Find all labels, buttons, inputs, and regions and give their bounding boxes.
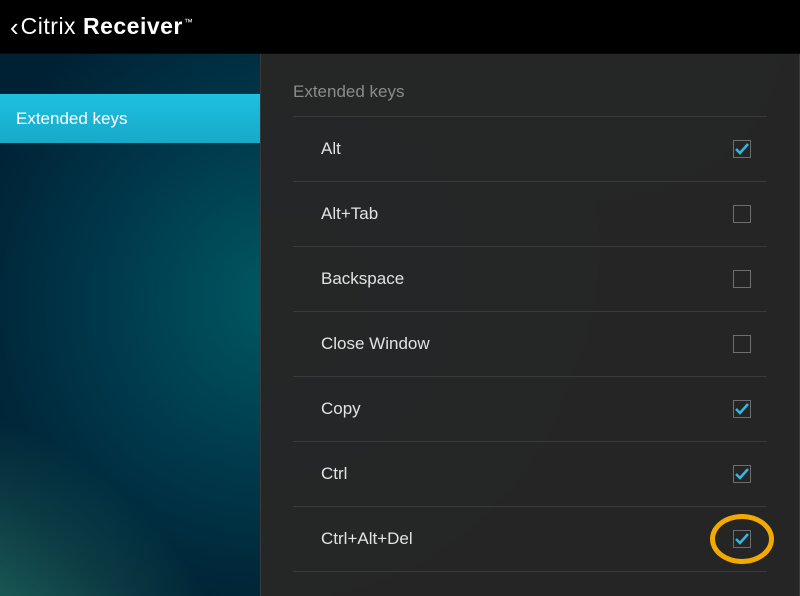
brand-light: Citrix [21,13,83,39]
back-icon[interactable]: ‹ [10,14,19,40]
checkbox[interactable] [733,335,751,353]
checkbox[interactable] [733,400,751,418]
setting-row[interactable]: Ctrl [293,442,767,507]
sidebar: Extended keys [0,54,260,596]
trademark: ™ [184,17,194,27]
checkbox[interactable] [733,270,751,288]
setting-row[interactable]: Ctrl+Alt+Del [293,507,767,572]
checkbox[interactable] [733,465,751,483]
checkbox[interactable] [733,140,751,158]
checkbox[interactable] [733,530,751,548]
sidebar-spacer [0,54,260,94]
section-header: Extended keys [293,54,767,117]
content-area: Extended keys Extended keys Alt Alt+Tab Ba… [0,54,800,596]
settings-panel: Extended keys Alt Alt+Tab Backspace Close W… [260,54,800,596]
setting-label: Copy [321,399,361,419]
setting-label: Alt [321,139,341,159]
sidebar-item-label: Extended keys [16,109,128,129]
setting-label: Alt+Tab [321,204,378,224]
sidebar-item-extended-keys[interactable]: Extended keys [0,94,260,143]
brand-heavy: Receiver [83,13,183,39]
checkbox[interactable] [733,205,751,223]
setting-row[interactable]: Alt [293,117,767,182]
setting-row[interactable]: Backspace [293,247,767,312]
setting-label: Ctrl [321,464,347,484]
setting-row[interactable]: Close Window [293,312,767,377]
setting-label: Backspace [321,269,404,289]
setting-label: Close Window [321,334,430,354]
setting-label: Ctrl+Alt+Del [321,529,413,549]
top-bar: ‹ Citrix Receiver™ [0,0,800,54]
setting-row[interactable]: Alt+Tab [293,182,767,247]
setting-row[interactable]: Copy [293,377,767,442]
app-title: Citrix Receiver™ [21,13,194,40]
